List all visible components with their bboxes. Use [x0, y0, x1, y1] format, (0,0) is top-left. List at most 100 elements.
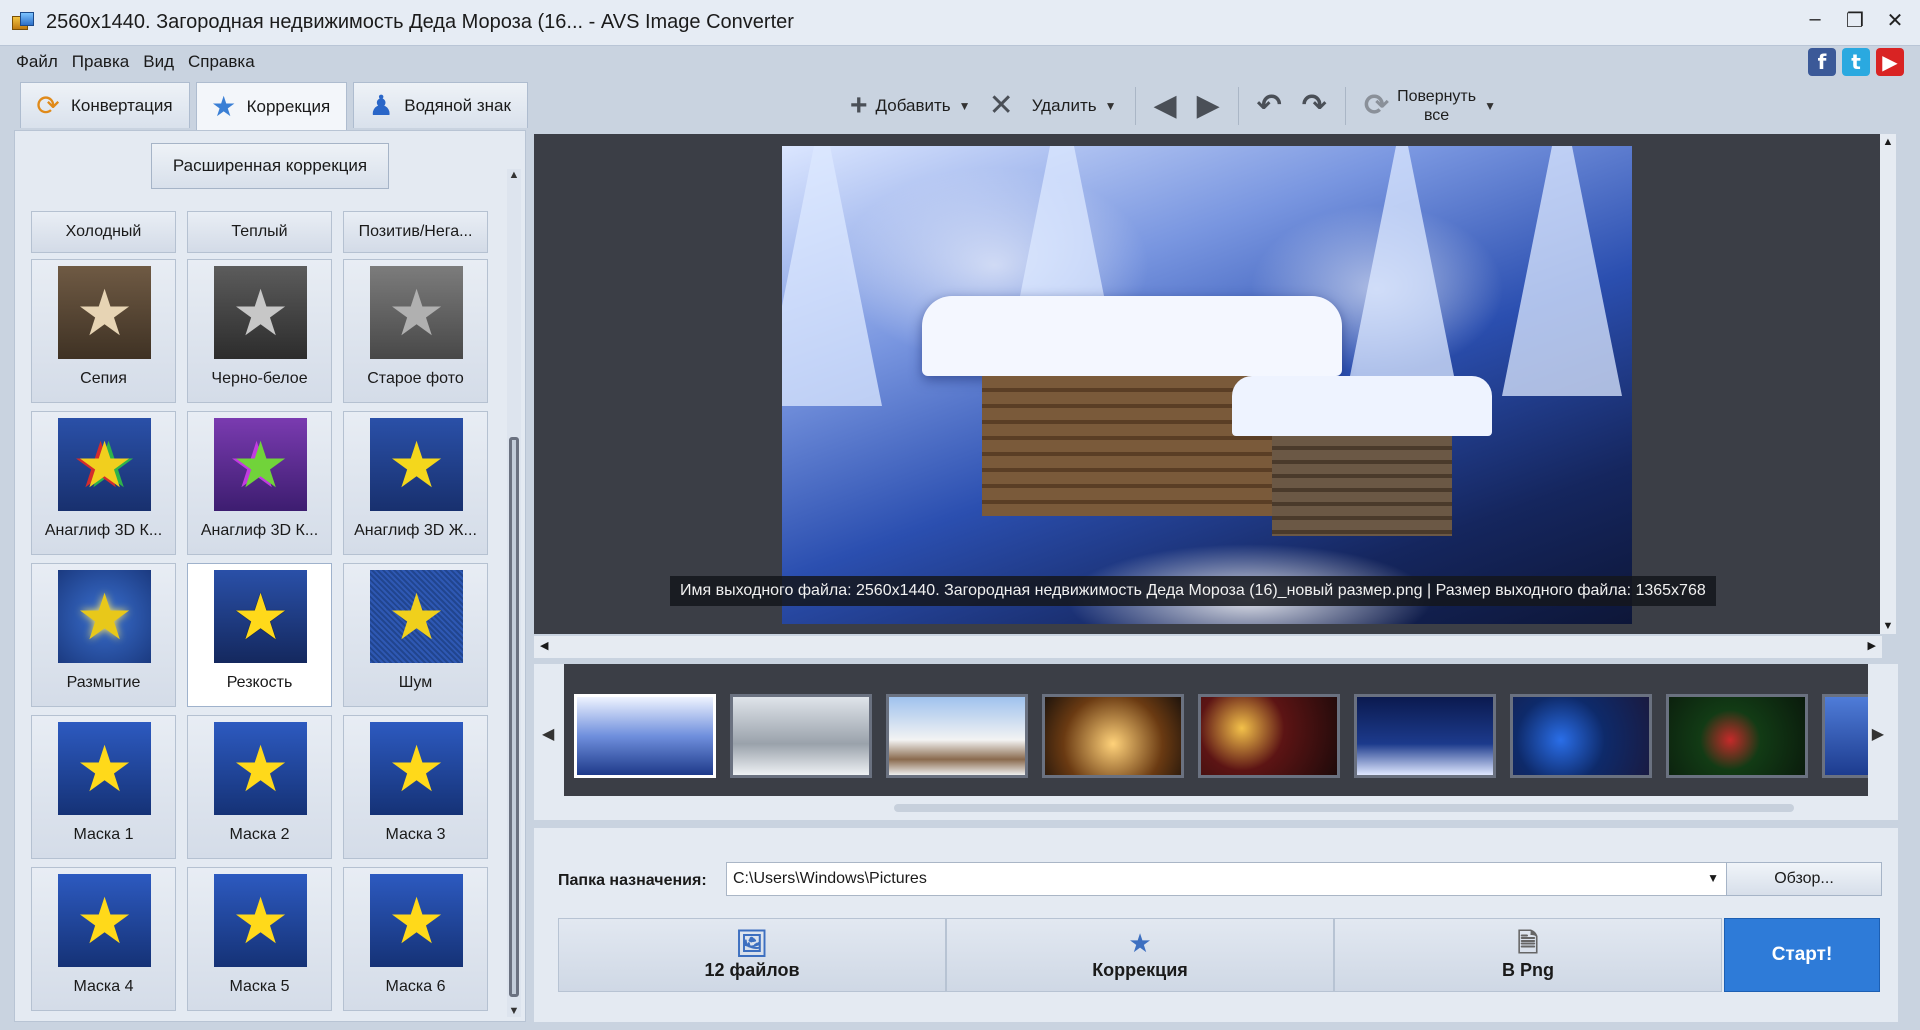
twitter-icon[interactable]: t: [1842, 48, 1870, 76]
effect-tile[interactable]: ★ Шум: [343, 563, 488, 707]
toolbar-separator: [1344, 87, 1346, 125]
effect-tile[interactable]: ★ Сепия: [31, 259, 176, 403]
chevron-down-icon[interactable]: ▼: [1707, 871, 1719, 885]
effect-label: Анаглиф 3D К...: [44, 522, 163, 539]
refresh-icon: ⟳: [1363, 89, 1390, 122]
menu-file[interactable]: Файл: [16, 52, 58, 72]
thumbnail[interactable]: [1822, 694, 1868, 778]
strip-left-icon[interactable]: ◀: [542, 724, 554, 744]
effect-label: Маска 3: [385, 826, 446, 843]
thumbnail[interactable]: [1666, 694, 1808, 778]
chevron-down-icon: ▼: [1104, 99, 1117, 113]
thumbnail[interactable]: [886, 694, 1028, 778]
rotate-left-icon[interactable]: ↶: [1257, 91, 1282, 121]
effect-label: Старое фото: [367, 370, 464, 387]
toolbar-separator: [1237, 87, 1239, 125]
chevron-down-icon: ▼: [1484, 99, 1496, 113]
effect-tile[interactable]: ★ Маска 6: [343, 867, 488, 1011]
strip-scrollbar[interactable]: [894, 804, 1794, 812]
previous-icon[interactable]: ◀: [1154, 91, 1177, 121]
effect-tile[interactable]: ★ Маска 5: [187, 867, 332, 1011]
effect-label: Маска 5: [229, 978, 290, 995]
effect-tile[interactable]: ★ Размытие: [31, 563, 176, 707]
thumbnail[interactable]: [1042, 694, 1184, 778]
thumbnail[interactable]: [1354, 694, 1496, 778]
step-files[interactable]: 🖼 12 файлов: [558, 918, 946, 992]
menu-view[interactable]: Вид: [143, 52, 174, 72]
chevron-down-icon: ▼: [958, 99, 971, 113]
effect-negative[interactable]: Позитив/Нега...: [343, 211, 488, 253]
delete-label: Удалить: [1031, 96, 1097, 115]
effect-label: Резкость: [226, 674, 293, 691]
browse-button[interactable]: Обзор...: [1726, 862, 1882, 896]
tab-label: Конвертация: [71, 95, 173, 115]
effect-label: Размытие: [66, 674, 141, 691]
scroll-right-icon[interactable]: ▶: [1868, 639, 1876, 652]
title-bar: 2560x1440. Загородная недвижимость Деда …: [0, 0, 1920, 46]
thumbnail[interactable]: [1510, 694, 1652, 778]
effects-scrollbar[interactable]: ▲ ▼: [507, 169, 521, 1017]
next-icon[interactable]: ▶: [1197, 91, 1220, 121]
toolbar: + Добавить ▼ ✕ Удалить ▼ ◀ ▶ ↶ ↷ ⟳ Повер…: [850, 84, 1496, 128]
effect-tile[interactable]: ★ Маска 3: [343, 715, 488, 859]
destination-folder-input[interactable]: C:\Users\Windows\Pictures ▼: [726, 862, 1728, 896]
scroll-down-icon[interactable]: ▼: [507, 1005, 521, 1017]
rotate-right-icon[interactable]: ↷: [1302, 91, 1327, 121]
effect-tile[interactable]: ★ Черно-белое: [187, 259, 332, 403]
rotate-all-button[interactable]: ⟳ Повернуть все ▼: [1364, 87, 1496, 125]
effect-tile[interactable]: ★ Маска 4: [31, 867, 176, 1011]
tab-watermark[interactable]: ♟ Водяной знак: [353, 82, 528, 128]
rotate-all-label: Повернуть все: [1397, 88, 1477, 124]
tab-conversion[interactable]: ⟳ Конвертация: [20, 82, 190, 128]
star-icon: ★: [214, 874, 307, 967]
minimize-icon[interactable]: –: [1804, 8, 1826, 33]
effect-tile[interactable]: ★ Анаглиф 3D Ж...: [343, 411, 488, 555]
preview-horizontal-scrollbar[interactable]: ◀ ▶: [534, 636, 1882, 658]
close-icon[interactable]: ✕: [1884, 8, 1906, 33]
star-icon: ★: [370, 570, 463, 663]
delete-button[interactable]: ✕ Удалить ▼: [989, 91, 1117, 121]
effect-tile[interactable]: ★ Маска 1: [31, 715, 176, 859]
effect-tile-selected[interactable]: ★ Резкость: [187, 563, 332, 707]
scroll-up-icon[interactable]: ▲: [507, 169, 521, 181]
effect-tile[interactable]: ★ Анаглиф 3D К...: [31, 411, 176, 555]
strip-right-icon[interactable]: ▶: [1872, 724, 1884, 744]
star-icon: ★: [58, 874, 151, 967]
tab-correction[interactable]: ★ Коррекция: [195, 82, 348, 130]
effect-label: Маска 2: [229, 826, 290, 843]
menu-edit[interactable]: Правка: [72, 52, 129, 72]
effect-tile[interactable]: ★ Старое фото: [343, 259, 488, 403]
effect-tile[interactable]: ★ Анаглиф 3D К...: [187, 411, 332, 555]
scroll-thumb[interactable]: [509, 437, 519, 997]
image-file-icon: 🖼: [735, 927, 769, 958]
star-icon: ★: [58, 418, 151, 511]
scroll-up-icon[interactable]: ▲: [1880, 136, 1896, 148]
step-correction[interactable]: ★ Коррекция: [946, 918, 1334, 992]
effect-cold[interactable]: Холодный: [31, 211, 176, 253]
thumbnail[interactable]: [1198, 694, 1340, 778]
tab-label: Коррекция: [246, 96, 331, 116]
menu-help[interactable]: Справка: [188, 52, 255, 72]
star-icon: ★: [214, 418, 307, 511]
maximize-icon[interactable]: ❐: [1844, 8, 1866, 33]
thumbnail[interactable]: [574, 694, 716, 778]
scroll-left-icon[interactable]: ◀: [540, 639, 548, 652]
step-format[interactable]: 🗎 В Png: [1334, 918, 1722, 992]
effect-label: Маска 6: [385, 978, 446, 995]
add-button[interactable]: + Добавить ▼: [850, 91, 971, 121]
advanced-correction-button[interactable]: Расширенная коррекция: [151, 143, 389, 189]
start-button[interactable]: Старт!: [1724, 918, 1880, 992]
destination-label: Папка назначения:: [558, 872, 707, 889]
effect-warm[interactable]: Теплый: [187, 211, 332, 253]
effect-label: Маска 1: [73, 826, 134, 843]
step-files-label: 12 файлов: [704, 959, 800, 980]
image-preview: Имя выходного файла: 2560x1440. Загородн…: [534, 134, 1896, 634]
effect-tile[interactable]: ★ Маска 2: [187, 715, 332, 859]
effect-label: Анаглиф 3D Ж...: [354, 522, 477, 539]
facebook-icon[interactable]: f: [1808, 48, 1836, 76]
scroll-down-icon[interactable]: ▼: [1880, 620, 1896, 632]
thumbnail[interactable]: [730, 694, 872, 778]
youtube-icon[interactable]: ▶: [1876, 48, 1904, 76]
preview-vertical-scrollbar[interactable]: ▲ ▼: [1880, 134, 1896, 634]
star-icon: ★: [214, 570, 307, 663]
